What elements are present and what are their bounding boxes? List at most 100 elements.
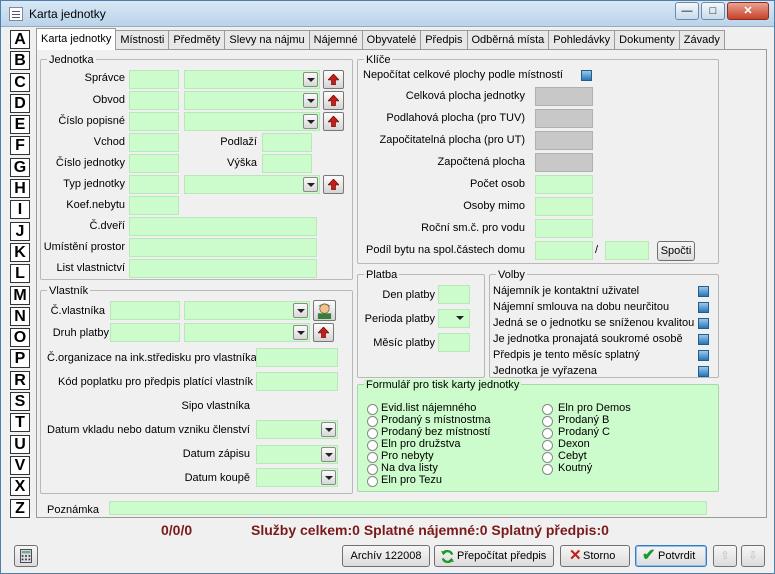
typ-jednotky-code-field[interactable] bbox=[129, 175, 179, 194]
letter-button[interactable]: O bbox=[10, 328, 30, 348]
druh-platby-code-field[interactable] bbox=[110, 323, 180, 342]
form-radio[interactable] bbox=[542, 452, 553, 463]
tab-najemne[interactable]: Nájemné bbox=[308, 30, 363, 50]
letter-button[interactable]: U bbox=[10, 434, 30, 454]
letter-button[interactable]: K bbox=[10, 242, 30, 262]
spravce-code-field[interactable] bbox=[129, 70, 179, 89]
tab-predpis[interactable]: Předpis bbox=[420, 30, 468, 50]
typ-jednotky-select[interactable] bbox=[184, 175, 320, 194]
mesic-platby-field[interactable] bbox=[438, 333, 470, 352]
letter-button[interactable]: J bbox=[10, 221, 30, 241]
cislo-popisne-code-field[interactable] bbox=[129, 112, 179, 131]
tab-zavady[interactable]: Závady bbox=[678, 30, 725, 50]
vlastnik-person-button[interactable] bbox=[313, 300, 336, 321]
volba-checkbox[interactable] bbox=[698, 366, 709, 377]
move-up-button[interactable]: ⇧ bbox=[713, 545, 737, 567]
osoby-mimo-field[interactable] bbox=[535, 197, 593, 216]
form-radio[interactable] bbox=[367, 428, 378, 439]
poznamka-field[interactable] bbox=[109, 501, 707, 515]
letter-button[interactable]: I bbox=[10, 200, 30, 220]
letter-button[interactable]: N bbox=[10, 306, 30, 326]
tab-pohledavky[interactable]: Pohledávky bbox=[548, 30, 616, 50]
letter-button[interactable]: S bbox=[10, 392, 30, 412]
form-radio[interactable] bbox=[367, 440, 378, 451]
maximize-button[interactable]: □ bbox=[701, 2, 725, 20]
letter-button[interactable]: B bbox=[10, 51, 30, 71]
tab-mistnosti[interactable]: Místnosti bbox=[115, 30, 170, 50]
tab-predmety[interactable]: Předměty bbox=[168, 30, 226, 50]
potvrdit-button[interactable]: ✔ Potvrdit bbox=[635, 545, 707, 567]
letter-button[interactable]: X bbox=[10, 477, 30, 497]
form-radio[interactable] bbox=[542, 440, 553, 451]
tab-odberna-mista[interactable]: Odběrná místa bbox=[466, 30, 550, 50]
letter-button[interactable]: E bbox=[10, 115, 30, 135]
druh-platby-select[interactable] bbox=[184, 323, 310, 342]
close-button[interactable]: ✕ bbox=[727, 2, 769, 20]
pocet-osob-field[interactable] bbox=[535, 175, 593, 194]
list-vlastnictvi-field[interactable] bbox=[129, 259, 317, 278]
podlazi-field[interactable] bbox=[262, 133, 312, 152]
vyska-field[interactable] bbox=[262, 154, 312, 173]
letter-button[interactable]: G bbox=[10, 157, 30, 177]
datum-vkladu-picker[interactable] bbox=[256, 420, 338, 439]
koef-nebytu-field[interactable] bbox=[129, 196, 179, 215]
obvod-select[interactable] bbox=[184, 91, 320, 110]
volba-checkbox[interactable] bbox=[698, 318, 709, 329]
letter-button[interactable]: R bbox=[10, 370, 30, 390]
den-platby-field[interactable] bbox=[438, 285, 470, 304]
letter-button[interactable]: H bbox=[10, 179, 30, 199]
letter-button[interactable]: A bbox=[10, 30, 30, 49]
form-radio[interactable] bbox=[542, 464, 553, 475]
typ-jednotky-lookup-button[interactable] bbox=[323, 175, 344, 194]
tab-slevy-na-najmu[interactable]: Slevy na nájmu bbox=[224, 30, 310, 50]
cislo-popisne-select[interactable] bbox=[184, 112, 320, 131]
chevron-down-icon[interactable] bbox=[293, 325, 308, 340]
volba-checkbox[interactable] bbox=[698, 334, 709, 345]
chevron-down-icon[interactable] bbox=[303, 177, 318, 192]
archiv-button[interactable]: Archív 122008 bbox=[342, 545, 430, 567]
form-radio[interactable] bbox=[542, 428, 553, 439]
minimize-button[interactable]: — bbox=[675, 2, 699, 20]
letter-button[interactable]: P bbox=[10, 349, 30, 369]
vlastnik-select[interactable] bbox=[184, 301, 310, 320]
vchod-field[interactable] bbox=[129, 133, 179, 152]
volba-checkbox[interactable] bbox=[698, 302, 709, 313]
datum-zapisu-picker[interactable] bbox=[256, 445, 338, 464]
umisteni-field[interactable] bbox=[129, 238, 317, 257]
letter-button[interactable]: L bbox=[10, 264, 30, 284]
druh-platby-lookup-button[interactable] bbox=[313, 323, 334, 342]
podil-citatel-field[interactable] bbox=[535, 241, 593, 260]
chevron-down-icon[interactable] bbox=[321, 447, 336, 462]
prepocitat-button[interactable]: Přepočítat předpis bbox=[434, 545, 554, 567]
tab-obyvatele[interactable]: Obyvatelé bbox=[361, 30, 422, 50]
c-dveri-field[interactable] bbox=[129, 217, 317, 236]
datum-koupe-picker[interactable] bbox=[256, 468, 338, 487]
obvod-code-field[interactable] bbox=[129, 91, 179, 110]
move-down-button[interactable]: ⇩ bbox=[741, 545, 765, 567]
chevron-down-icon[interactable] bbox=[293, 303, 308, 318]
podil-jmenovatel-field[interactable] bbox=[605, 241, 649, 260]
form-radio[interactable] bbox=[367, 452, 378, 463]
rocni-field[interactable] bbox=[535, 219, 593, 238]
letter-button[interactable]: Z bbox=[10, 498, 30, 518]
cislo-popisne-lookup-button[interactable] bbox=[323, 112, 344, 131]
cislo-jednotky-field[interactable] bbox=[129, 154, 179, 173]
volba-checkbox[interactable] bbox=[698, 350, 709, 361]
letter-button[interactable]: T bbox=[10, 413, 30, 433]
letter-button[interactable]: C bbox=[10, 72, 30, 92]
perioda-platby-select[interactable] bbox=[438, 309, 470, 328]
nepocitat-checkbox[interactable] bbox=[581, 70, 592, 81]
calculator-button[interactable] bbox=[14, 545, 38, 567]
c-organizace-field[interactable] bbox=[256, 348, 338, 367]
storno-button[interactable]: ✕ Storno bbox=[560, 545, 630, 567]
tab-dokumenty[interactable]: Dokumenty bbox=[614, 30, 680, 50]
form-radio[interactable] bbox=[367, 404, 378, 415]
spravce-lookup-button[interactable] bbox=[323, 70, 344, 89]
spravce-select[interactable] bbox=[184, 70, 320, 89]
letter-button[interactable]: M bbox=[10, 285, 30, 305]
chevron-down-icon[interactable] bbox=[303, 114, 318, 129]
form-radio[interactable] bbox=[542, 416, 553, 427]
form-radio[interactable] bbox=[542, 404, 553, 415]
obvod-lookup-button[interactable] bbox=[323, 91, 344, 110]
letter-button[interactable]: V bbox=[10, 455, 30, 475]
